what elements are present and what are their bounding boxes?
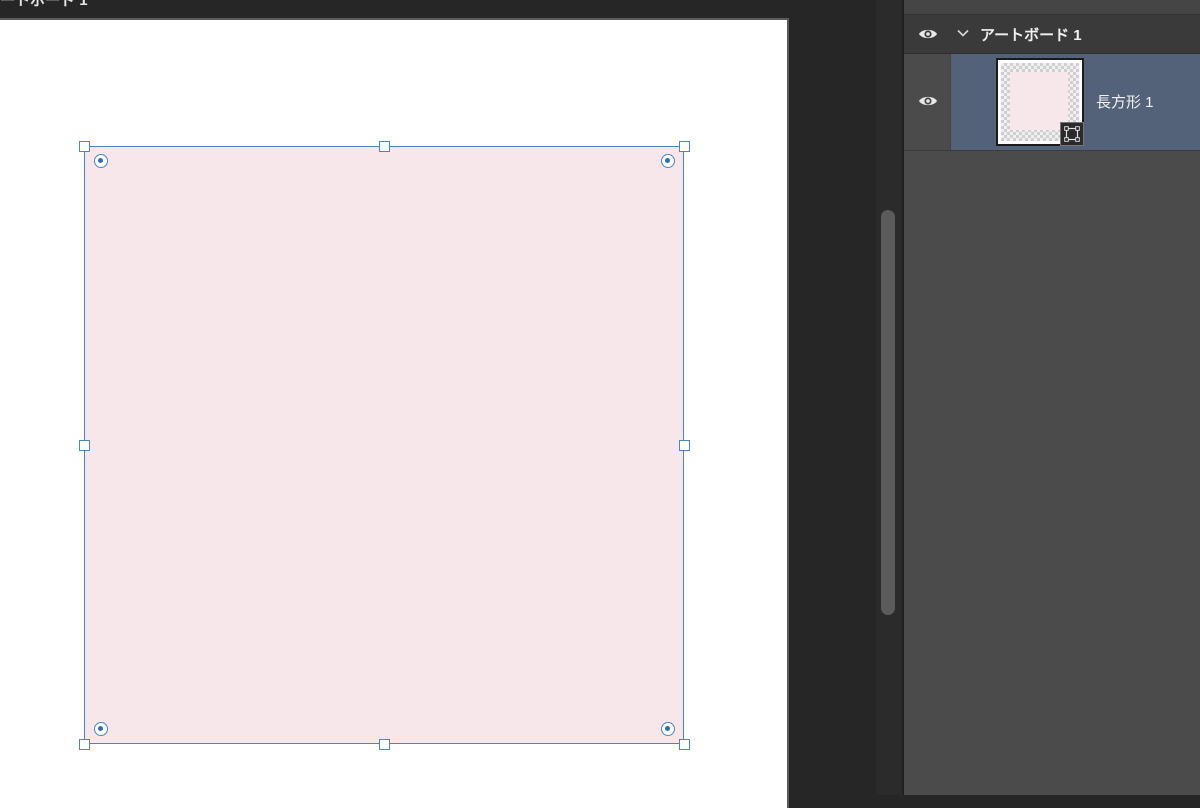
- resize-handle-top-right[interactable]: [678, 140, 690, 152]
- layer-group-label: アートボード 1: [980, 27, 1082, 44]
- shape-vector-icon: [1060, 122, 1084, 146]
- canvas-area[interactable]: アートボード 1: [0, 0, 876, 808]
- artboard-title[interactable]: アートボード 1: [0, 0, 88, 10]
- layer-row-rectangle[interactable]: 長方形 1: [904, 54, 1200, 151]
- layers-panel: アートボード 1 長方形 1: [902, 0, 1200, 795]
- resize-handle-middle-right[interactable]: [678, 439, 690, 451]
- eye-icon[interactable]: [918, 25, 938, 43]
- corner-radius-widget-bottom-right[interactable]: [661, 722, 675, 736]
- chevron-down-icon[interactable]: [956, 26, 970, 40]
- corner-radius-widget-top-left[interactable]: [94, 154, 108, 168]
- resize-handle-top-center[interactable]: [378, 140, 390, 152]
- resize-handle-bottom-center[interactable]: [378, 738, 390, 750]
- resize-handle-middle-left[interactable]: [78, 439, 90, 451]
- layer-label[interactable]: 長方形 1: [1096, 91, 1154, 112]
- layer-thumbnail[interactable]: [996, 58, 1084, 146]
- corner-radius-widget-bottom-left[interactable]: [94, 722, 108, 736]
- resize-handle-bottom-left[interactable]: [78, 738, 90, 750]
- panel-top-strip: [904, 0, 1200, 15]
- layer-group-row-artboard[interactable]: アートボード 1: [904, 15, 1200, 54]
- rectangle-shape[interactable]: [84, 146, 684, 744]
- corner-radius-widget-top-right[interactable]: [661, 154, 675, 168]
- layer-visibility-cell[interactable]: [904, 54, 951, 150]
- eye-icon[interactable]: [918, 92, 938, 110]
- resize-handle-top-left[interactable]: [78, 140, 90, 152]
- vertical-scrollbar-thumb[interactable]: [881, 210, 895, 615]
- resize-handle-bottom-right[interactable]: [678, 738, 690, 750]
- artboard[interactable]: [0, 18, 789, 808]
